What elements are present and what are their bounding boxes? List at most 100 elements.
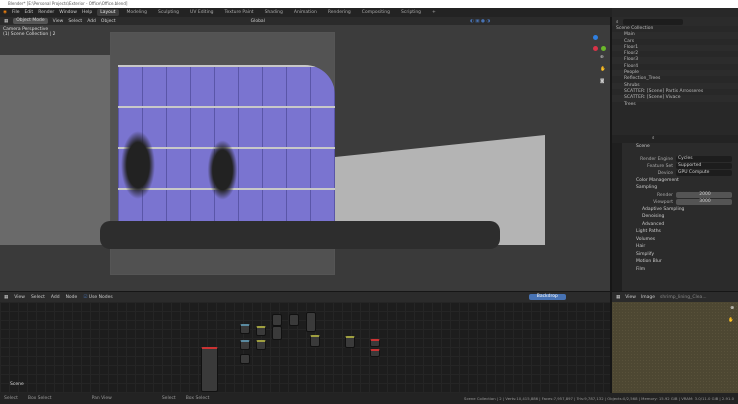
subsection-denoising[interactable]: Denoising — [622, 213, 738, 221]
tree — [118, 125, 158, 205]
tab-rendering[interactable]: Rendering — [325, 9, 354, 16]
use-nodes-checkbox[interactable]: ☑ Use Nodes — [83, 295, 112, 300]
properties-search[interactable]: ⌕ — [612, 135, 738, 143]
menu-window[interactable]: Window — [59, 10, 77, 15]
viewport-samples-label: Viewport — [653, 199, 673, 205]
compositor-node-area[interactable]: Scene — [0, 302, 610, 393]
node[interactable] — [310, 335, 320, 347]
section-simplify[interactable]: Simplify — [622, 251, 738, 259]
tab-modeling[interactable]: Modeling — [124, 9, 150, 16]
scene-title: Scene — [636, 144, 650, 149]
shrubs — [100, 221, 500, 249]
tab-compositing[interactable]: Compositing — [359, 9, 393, 16]
node[interactable] — [256, 326, 266, 336]
section-motion-blur[interactable]: Motion Blur — [622, 258, 738, 266]
composite-node[interactable] — [370, 339, 380, 347]
node[interactable] — [240, 324, 250, 334]
mode-dropdown[interactable]: Object Mode — [13, 18, 48, 24]
image-editor-header: ▦ View Image shrimp_lining_Clea... — [612, 292, 738, 302]
render-samples-field[interactable]: 2000 — [676, 192, 732, 198]
node[interactable] — [306, 312, 316, 332]
section-volumes[interactable]: Volumes — [622, 236, 738, 244]
menu-help[interactable]: Help — [82, 10, 92, 15]
status-box-select: Box Select — [27, 396, 52, 401]
menu-render[interactable]: Render — [38, 10, 54, 15]
image-menu-view[interactable]: View — [625, 295, 636, 300]
editor-type-icon[interactable]: ▦ — [4, 295, 8, 300]
viewer-node[interactable] — [370, 349, 380, 357]
viewport-samples-field[interactable]: 3000 — [676, 199, 732, 205]
device-dropdown[interactable]: GPU Compute — [676, 170, 732, 176]
orientation-dropdown[interactable]: Global — [251, 19, 265, 24]
render-engine-label: Render Engine — [640, 156, 673, 162]
menu-edit[interactable]: Edit — [24, 10, 33, 15]
vp-menu-view[interactable]: View — [53, 19, 64, 24]
feature-set-dropdown[interactable]: Supported — [676, 163, 732, 169]
vp-menu-select[interactable]: Select — [68, 19, 82, 24]
section-color-management[interactable]: Color Management — [622, 177, 738, 185]
vp-menu-object[interactable]: Object — [101, 19, 116, 24]
top-menu-bar: ◉ File Edit Render Window Help Layout Mo… — [0, 8, 612, 17]
render-samples-label: Render — [656, 192, 673, 198]
navigation-gizmo[interactable] — [585, 35, 607, 57]
tree — [205, 135, 240, 205]
node-menu-select[interactable]: Select — [31, 295, 45, 300]
properties-editor: ⌕ Scene Render Engine Cycles Feature Set S… — [612, 135, 738, 291]
add-workspace-button[interactable]: + — [429, 9, 439, 16]
node[interactable] — [272, 326, 282, 340]
node[interactable] — [240, 340, 250, 350]
node-editor-header: ▦ View Select Add Node ☑ Use Nodes Backd… — [0, 292, 610, 302]
scene-statistics: Scene Collection | 2 | Verts:10,415,886 … — [464, 396, 734, 401]
section-light-paths[interactable]: Light Paths — [622, 228, 738, 236]
tab-texture-paint[interactable]: Texture Paint — [222, 9, 257, 16]
render-engine-dropdown[interactable]: Cycles — [676, 156, 732, 162]
node-menu-view[interactable]: View — [14, 295, 25, 300]
viewport-header: ▦ Object Mode View Select Add Object Glo… — [0, 17, 610, 25]
outliner-item[interactable]: Trees — [612, 102, 738, 108]
vp-menu-add[interactable]: Add — [87, 19, 96, 24]
pan-icon[interactable]: ✋ — [600, 67, 606, 72]
status-bar: Select Box Select Pan View Select Box Se… — [0, 393, 738, 404]
node-menu-node[interactable]: Node — [66, 295, 78, 300]
shading-buttons[interactable]: ◐ ▣ ● ◑ — [470, 19, 490, 24]
backdrop-button[interactable]: Backdrop — [528, 294, 566, 300]
node[interactable] — [345, 336, 355, 348]
render-layers-node[interactable] — [201, 347, 218, 392]
status-select: Select — [4, 396, 18, 401]
tab-sculpting[interactable]: Sculpting — [155, 9, 182, 16]
pan-icon[interactable]: ✋ — [728, 318, 734, 323]
subsection-adaptive-sampling[interactable]: Adaptive Sampling — [622, 206, 738, 214]
section-hair[interactable]: Hair — [622, 243, 738, 251]
feature-set-label: Feature Set — [647, 163, 673, 169]
tab-animation[interactable]: Animation — [291, 9, 320, 16]
properties-tabs[interactable] — [612, 143, 622, 291]
node[interactable] — [240, 354, 250, 364]
camera-view-label: Camera Perspective (1) Scene Collection |… — [3, 27, 56, 37]
image-selector[interactable]: shrimp_lining_Clea... — [660, 295, 707, 300]
status-select-2: Select — [161, 396, 176, 401]
node-menu-add[interactable]: Add — [51, 295, 60, 300]
node[interactable] — [272, 314, 282, 326]
editor-type-icon[interactable]: ▦ — [616, 295, 620, 300]
3d-viewport[interactable]: Camera Perspective (1) Scene Collection |… — [0, 25, 610, 291]
camera-icon[interactable]: ◙ — [600, 79, 604, 84]
blender-logo-icon[interactable]: ◉ — [3, 10, 7, 15]
tab-scripting[interactable]: Scripting — [398, 9, 424, 16]
image-preview[interactable]: ⊕ ✋ — [612, 302, 738, 393]
zoom-icon[interactable]: ⊕ — [600, 55, 604, 60]
tab-uv-editing[interactable]: UV Editing — [187, 9, 216, 16]
node-tree-label: Scene — [10, 382, 24, 387]
node[interactable] — [289, 314, 299, 326]
subsection-advanced[interactable]: Advanced — [622, 221, 738, 229]
zoom-icon[interactable]: ⊕ — [730, 306, 734, 311]
status-pan-view: Pan View — [91, 396, 112, 401]
editor-type-icon[interactable]: ▦ — [4, 19, 8, 24]
image-menu-image[interactable]: Image — [641, 295, 655, 300]
outliner-search[interactable] — [622, 18, 683, 25]
node[interactable] — [256, 340, 266, 350]
tab-layout[interactable]: Layout — [97, 9, 119, 16]
tab-shading[interactable]: Shading — [262, 9, 286, 16]
section-sampling[interactable]: Sampling — [622, 184, 738, 192]
menu-file[interactable]: File — [12, 10, 20, 15]
section-film[interactable]: Film — [622, 266, 738, 274]
